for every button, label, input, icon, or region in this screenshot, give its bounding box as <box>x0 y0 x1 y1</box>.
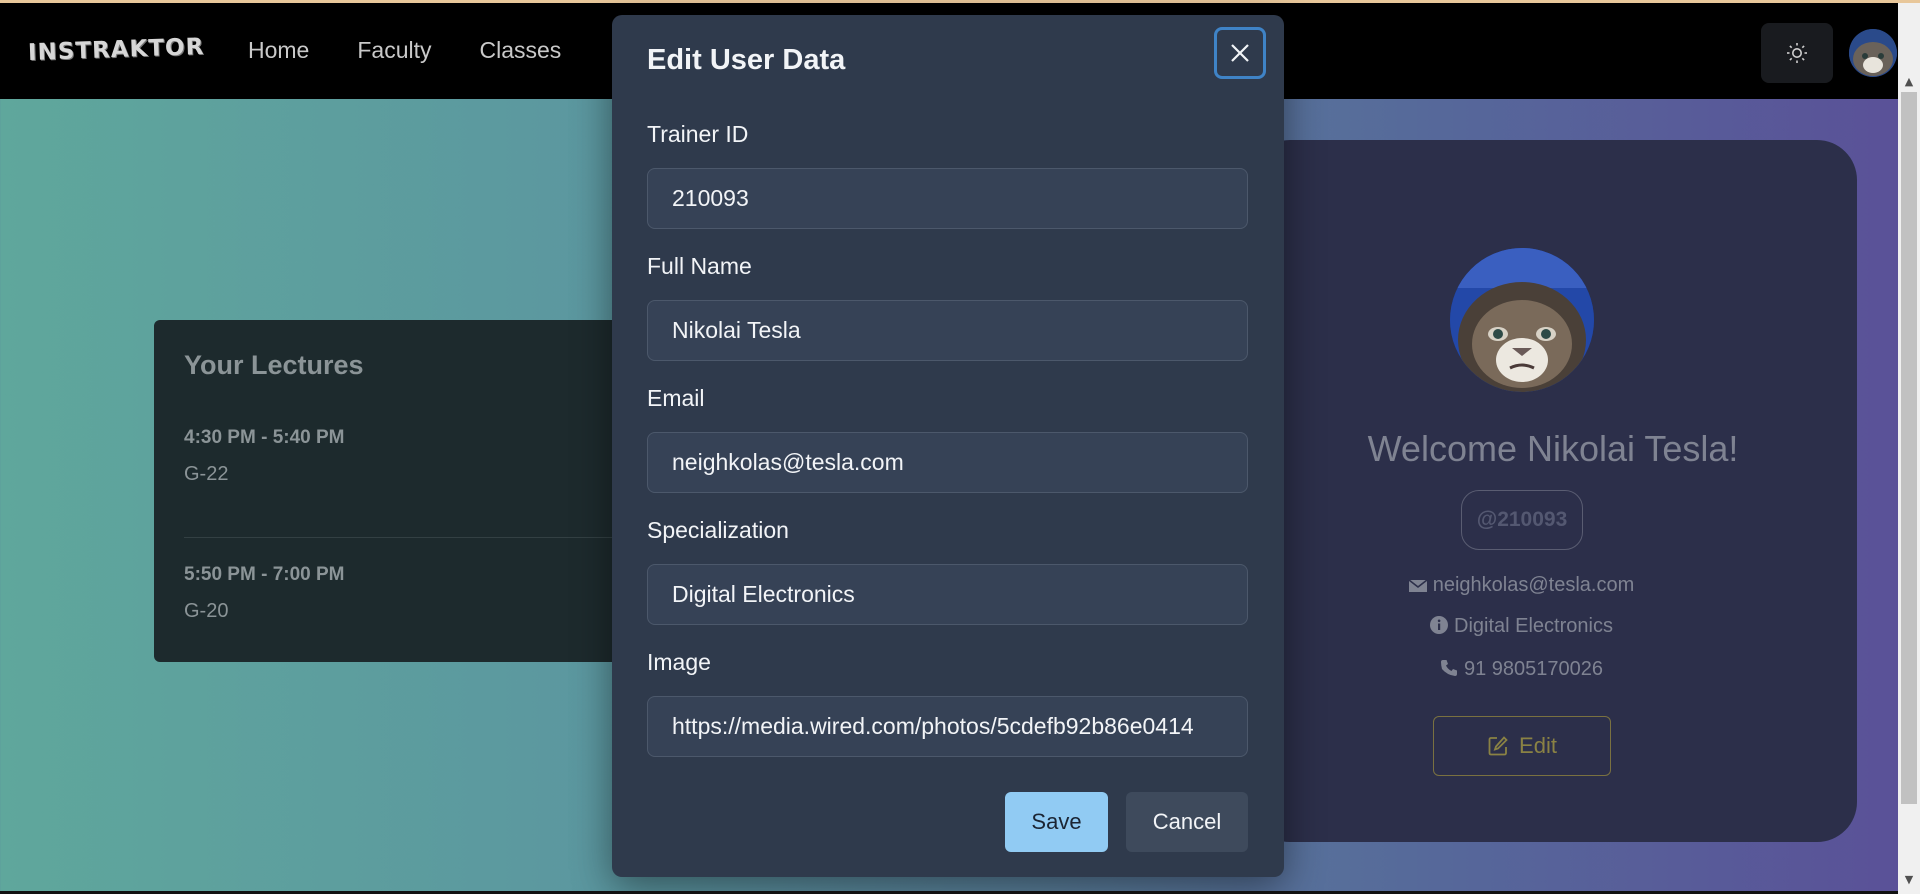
profile-avatar <box>1450 248 1594 392</box>
scrollbar-thumb[interactable] <box>1901 92 1917 804</box>
logo[interactable]: INSTRAKTOR <box>28 34 205 66</box>
nav-link-home[interactable]: Home <box>248 37 309 64</box>
cancel-button[interactable]: Cancel <box>1126 792 1248 852</box>
lectures-card: Your Lectures 4:30 PM - 5:40 PM G-22 5:5… <box>154 320 634 662</box>
lecture-time: 4:30 PM - 5:40 PM <box>184 427 345 448</box>
full-name-field[interactable]: Nikolai Tesla <box>647 300 1248 361</box>
specialization-field[interactable]: Digital Electronics <box>647 564 1248 625</box>
profile-email: neighkolas@tesla.com <box>1250 574 1792 600</box>
edit-profile-button[interactable]: Edit <box>1433 716 1611 776</box>
edit-icon <box>1488 736 1508 756</box>
image-url-field[interactable]: https://media.wired.com/photos/5cdefb92b… <box>647 696 1248 757</box>
profile-phone-text: 91 9805170026 <box>1463 658 1604 680</box>
divider <box>184 537 634 538</box>
close-button[interactable] <box>1214 27 1266 79</box>
lecture-time: 5:50 PM - 7:00 PM <box>184 564 345 585</box>
nav-link-faculty[interactable]: Faculty <box>357 37 431 64</box>
modal-title: Edit User Data <box>647 44 846 76</box>
profile-phone: 91 9805170026 <box>1250 658 1792 684</box>
info-icon <box>1429 615 1449 641</box>
profile-email-text: neighkolas@tesla.com <box>1432 574 1635 596</box>
trainer-id-label: Trainer ID <box>647 121 749 147</box>
lectures-title: Your Lectures <box>184 350 364 380</box>
user-handle-badge: @210093 <box>1461 490 1583 550</box>
edit-user-modal: Edit User Data Trainer ID 210093 Full Na… <box>612 15 1284 877</box>
image-label: Image <box>647 649 711 675</box>
profile-specialization: Digital Electronics <box>1250 615 1792 641</box>
nav-link-classes[interactable]: Classes <box>480 37 562 64</box>
close-icon <box>1231 44 1249 62</box>
profile-specialization-text: Digital Electronics <box>1454 615 1613 637</box>
specialization-label: Specialization <box>647 517 789 543</box>
lecture-item: 4:30 PM - 5:40 PM G-22 <box>184 427 604 486</box>
edit-button-label: Edit <box>1519 733 1557 758</box>
scroll-down-icon[interactable]: ▼ <box>1902 874 1916 886</box>
email-label: Email <box>647 385 705 411</box>
avatar[interactable] <box>1849 29 1897 77</box>
save-button[interactable]: Save <box>1005 792 1108 852</box>
email-field[interactable]: neighkolas@tesla.com <box>647 432 1248 493</box>
lecture-room: G-20 <box>184 600 229 622</box>
theme-toggle-button[interactable] <box>1761 23 1833 83</box>
mail-icon <box>1408 577 1428 600</box>
nav-links: Home Faculty Classes <box>248 37 609 64</box>
trainer-id-field[interactable]: 210093 <box>647 168 1248 229</box>
scroll-up-icon[interactable]: ▲ <box>1902 76 1916 88</box>
full-name-label: Full Name <box>647 253 752 279</box>
lecture-item: 5:50 PM - 7:00 PM G-20 <box>184 564 345 623</box>
phone-icon <box>1439 658 1459 684</box>
lecture-room: G-22 <box>184 463 229 485</box>
sun-icon <box>1787 43 1807 63</box>
